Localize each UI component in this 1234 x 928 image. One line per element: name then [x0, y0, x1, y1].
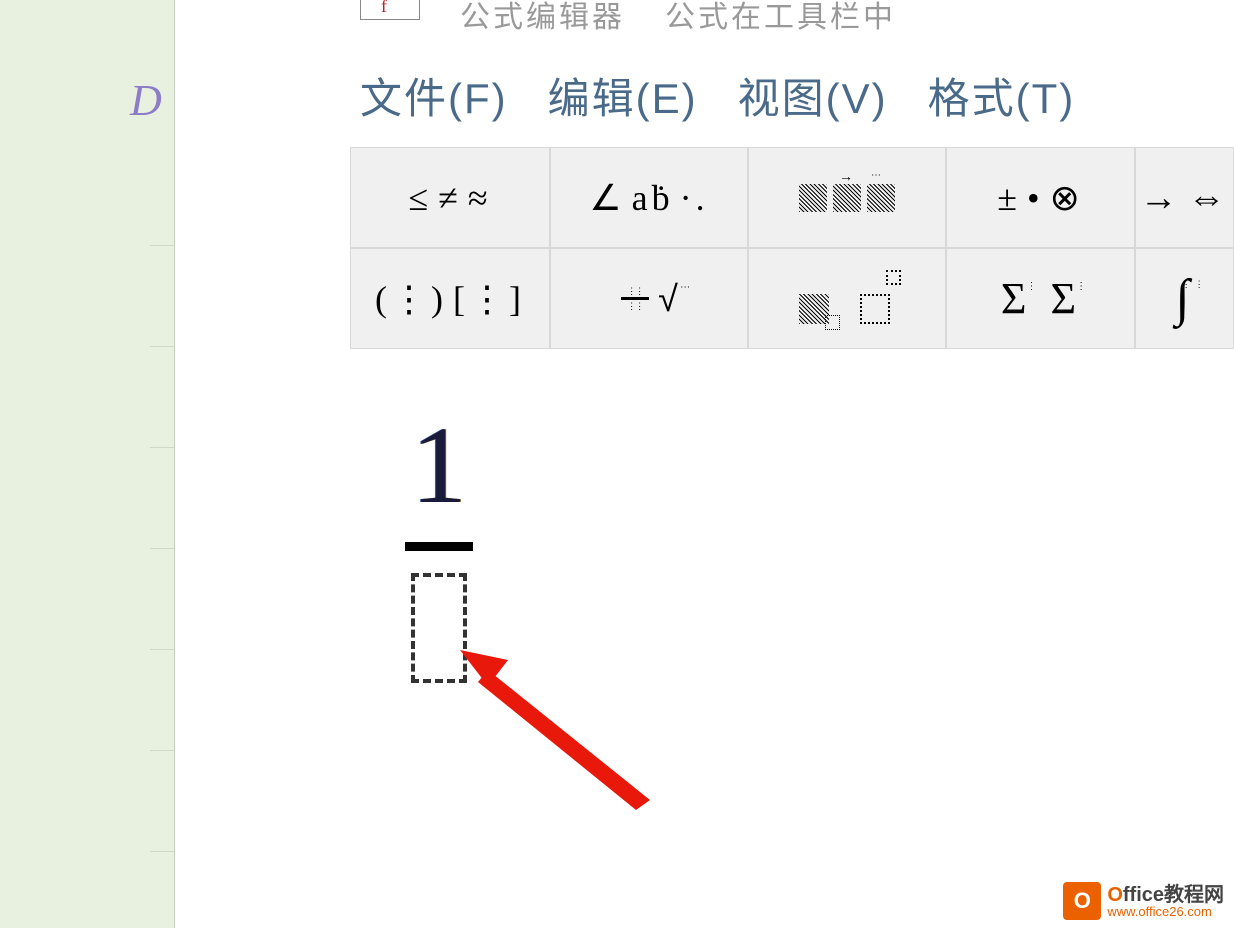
menu-format[interactable]: 格式(T): [928, 65, 1076, 126]
watermark: O Office教程网 www.office26.com: [1063, 882, 1224, 920]
watermark-text: Office教程网 www.office26.com: [1107, 885, 1224, 918]
watermark-title: Office教程网: [1107, 885, 1224, 905]
rightarrow-icon: →: [1140, 176, 1182, 220]
leq-icon: ≤: [408, 177, 432, 219]
titlebar-text-1: 公式编辑器: [460, 0, 625, 38]
palette-summation[interactable]: Σ Σ: [946, 248, 1135, 349]
integral-template-icon: ∫: [1175, 269, 1193, 328]
toolbar-row-2: (⋮) [⋮] ⋮⋮ ⋮⋮ √: [350, 248, 1234, 349]
hatch-dots-icon: ⋯: [867, 184, 895, 212]
watermark-url: www.office26.com: [1107, 905, 1224, 918]
neq-icon: ≠: [438, 177, 462, 219]
brackets-template-icon: [⋮]: [453, 278, 525, 320]
grid-lines: [150, 145, 175, 915]
sum-limits-template-icon: Σ: [1051, 273, 1081, 324]
fraction-expression: 1: [405, 410, 473, 683]
menubar: 文件(F) 编辑(E) 视图(V) 格式(T): [360, 65, 1075, 126]
fraction-denominator-placeholder[interactable]: [411, 573, 467, 683]
palette-relations[interactable]: ≤ ≠ ≈: [350, 147, 550, 248]
menu-file[interactable]: 文件(F): [360, 65, 508, 126]
main-area: 公式编辑器 公式在工具栏中 文件(F) 编辑(E) 视图(V) 格式(T) ≤ …: [175, 0, 1234, 928]
left-sidebar: D: [0, 0, 175, 928]
menu-edit[interactable]: 编辑(E): [548, 65, 698, 126]
ab-dot-icon: aḃ: [632, 177, 674, 219]
palette-arrows[interactable]: → ⇔: [1135, 147, 1234, 248]
superscript-template-icon: [860, 274, 895, 324]
approx-icon: ≈: [468, 177, 492, 219]
sum-template-icon: Σ: [1001, 273, 1031, 324]
leftrightarrow-icon: ⇔: [1188, 176, 1230, 220]
fraction-numerator[interactable]: 1: [412, 410, 467, 520]
titlebar-cutoff: 公式编辑器 公式在工具栏中: [360, 0, 1230, 38]
bullet-icon: •: [1027, 177, 1044, 219]
palette-spaces[interactable]: → ⋯: [748, 147, 946, 248]
parens-template-icon: (⋮): [375, 278, 447, 320]
plusminus-icon: ±: [997, 177, 1021, 219]
angle-icon: [589, 177, 625, 219]
symbol-toolbar: ≤ ≠ ≈ aḃ ·. → ⋯: [350, 147, 1234, 349]
app-icon: [360, 0, 420, 20]
sqrt-template-icon: √: [658, 278, 678, 320]
palette-subsup[interactable]: [748, 248, 946, 349]
palette-fractions-radicals[interactable]: ⋮⋮ ⋮⋮ √: [550, 248, 748, 349]
palette-embellishments[interactable]: aḃ ·.: [550, 147, 748, 248]
hatch-icon: [799, 184, 827, 212]
row-header-fragment: D: [130, 75, 162, 126]
toolbar-row-1: ≤ ≠ ≈ aḃ ·. → ⋯: [350, 147, 1234, 248]
equation-canvas[interactable]: 1: [350, 350, 1234, 928]
menu-view[interactable]: 视图(V): [738, 65, 888, 126]
annotation-arrow-icon: [460, 650, 660, 810]
fraction-bar: [405, 542, 473, 551]
palette-operators[interactable]: ± • ⊗: [946, 147, 1135, 248]
subscript-template-icon: [799, 274, 834, 324]
palette-fences[interactable]: (⋮) [⋮]: [350, 248, 550, 349]
dots-icon: ·.: [680, 177, 709, 219]
hatch-arrow-icon: →: [833, 184, 861, 212]
otimes-icon: ⊗: [1050, 177, 1084, 219]
watermark-logo-icon: O: [1063, 882, 1101, 920]
titlebar-text-2: 公式在工具栏中: [665, 0, 896, 38]
palette-integrals[interactable]: ∫: [1135, 248, 1234, 349]
fraction-template-icon: ⋮⋮ ⋮⋮: [620, 268, 650, 330]
